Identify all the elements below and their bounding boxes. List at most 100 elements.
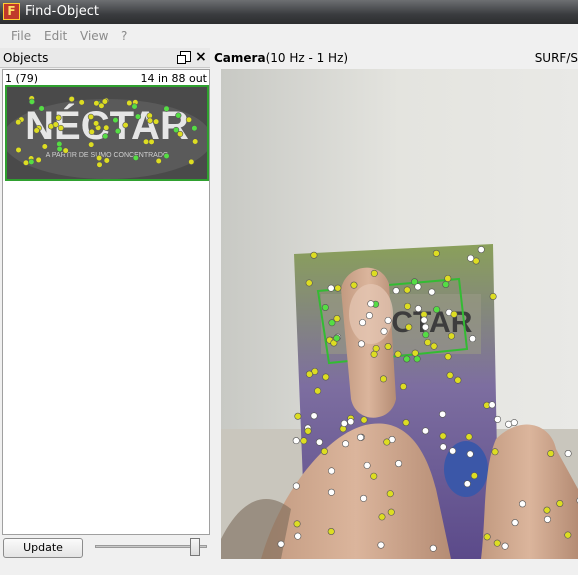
keypoint	[387, 508, 395, 516]
keypoint	[414, 305, 422, 313]
keypoint	[112, 117, 119, 124]
keypoint	[28, 98, 36, 105]
keypoint	[101, 98, 108, 105]
keypoint	[399, 383, 407, 391]
keypoint	[96, 161, 103, 168]
keypoint	[564, 450, 572, 458]
keypoint	[404, 302, 412, 310]
keypoint	[510, 419, 518, 427]
keypoint	[466, 450, 474, 458]
keypoint	[163, 152, 170, 160]
keypoint	[176, 130, 184, 138]
keypoint	[449, 447, 457, 455]
keypoint	[102, 133, 109, 140]
keypoint	[488, 401, 496, 409]
keypoint	[96, 154, 103, 162]
keypoint	[414, 283, 422, 291]
keypoint	[103, 157, 110, 164]
keypoint	[493, 539, 501, 547]
window-title: Find-Object	[25, 4, 100, 19]
keypoint	[469, 335, 477, 343]
keypoint	[428, 288, 436, 296]
keypoint	[444, 274, 452, 282]
camera-frame: NECTAR	[221, 69, 578, 559]
update-objects-button[interactable]: Update objects	[3, 538, 83, 572]
keypoint	[142, 138, 150, 145]
keypoint	[78, 99, 85, 106]
objects-dock-title: Objects	[3, 51, 49, 65]
keypoint	[163, 105, 170, 112]
keypoint	[386, 490, 394, 498]
keypoint	[305, 279, 313, 287]
threshold-slider-handle[interactable]	[190, 538, 201, 556]
camera-rate: (10 Hz - 1 Hz)	[265, 51, 349, 65]
keypoint	[148, 138, 155, 145]
keypoint	[93, 120, 100, 127]
keypoint	[405, 323, 413, 331]
keypoint	[328, 467, 336, 475]
keypoint	[420, 316, 428, 324]
keypoint	[430, 342, 438, 350]
menu-help[interactable]: ?	[121, 29, 127, 43]
keypoint	[378, 513, 386, 521]
menu-view[interactable]: View	[80, 29, 108, 43]
keypoint	[489, 292, 497, 300]
keypoint	[432, 249, 440, 257]
keypoint	[305, 370, 313, 378]
keypoint	[365, 312, 373, 320]
object-thumbnail[interactable]: NÉCTAR A PARTIR DE SUMO CONCENTRADO	[5, 85, 209, 181]
keypoint	[429, 544, 437, 552]
keypoint	[446, 371, 454, 379]
keypoint	[543, 506, 551, 514]
keypoint	[327, 528, 335, 536]
menu-edit[interactable]: Edit	[44, 29, 67, 43]
keypoint	[188, 158, 195, 165]
keypoint	[394, 350, 402, 358]
keypoint	[292, 482, 300, 490]
keypoint	[442, 280, 450, 288]
keypoint	[357, 340, 365, 348]
keypoint	[15, 146, 22, 154]
keypoint	[433, 306, 441, 314]
camera-view[interactable]: NECTAR	[221, 69, 578, 559]
window-title-bar: F Find-Object	[0, 0, 578, 24]
keypoint	[88, 141, 95, 148]
menu-file[interactable]: File	[11, 29, 31, 43]
status-bar	[0, 560, 578, 575]
keypoint	[56, 145, 63, 153]
keypoint	[314, 387, 322, 395]
objects-panel: 1 (79) 14 in 88 out NÉCTAR A PARTIR DE S…	[2, 69, 210, 535]
keypoint	[439, 410, 447, 418]
keypoint	[327, 284, 335, 292]
objects-dock-header: Objects ×	[0, 48, 210, 68]
keypoint	[392, 287, 400, 295]
keypoint	[421, 323, 429, 331]
camera-title-label: Camera	[214, 51, 266, 65]
keypoint	[370, 472, 378, 480]
keypoint	[334, 284, 342, 292]
keypoint	[379, 375, 387, 383]
keypoint	[403, 355, 411, 363]
keypoint	[367, 300, 375, 308]
dock-float-icon[interactable]	[177, 51, 191, 64]
keypoint	[395, 460, 403, 468]
close-icon[interactable]: ×	[195, 49, 207, 65]
keypoint	[350, 281, 358, 289]
object-id-label: 1 (79)	[5, 72, 39, 85]
keypoint	[327, 488, 335, 496]
keypoint	[494, 415, 502, 423]
keypoint	[33, 127, 40, 134]
keypoint	[191, 125, 198, 132]
object-thumbnail-image: NÉCTAR A PARTIR DE SUMO CONCENTRADO	[7, 87, 207, 179]
keypoint	[467, 254, 475, 262]
menu-bar: File Edit View ?	[0, 27, 578, 46]
keypoint	[383, 438, 391, 446]
keypoint	[372, 344, 380, 352]
keypoint	[155, 157, 162, 165]
keypoint	[114, 128, 121, 135]
keypoint	[185, 116, 193, 123]
keypoint	[470, 472, 478, 480]
keypoint	[55, 114, 62, 121]
keypoint	[377, 541, 385, 549]
keypoint	[511, 519, 519, 527]
